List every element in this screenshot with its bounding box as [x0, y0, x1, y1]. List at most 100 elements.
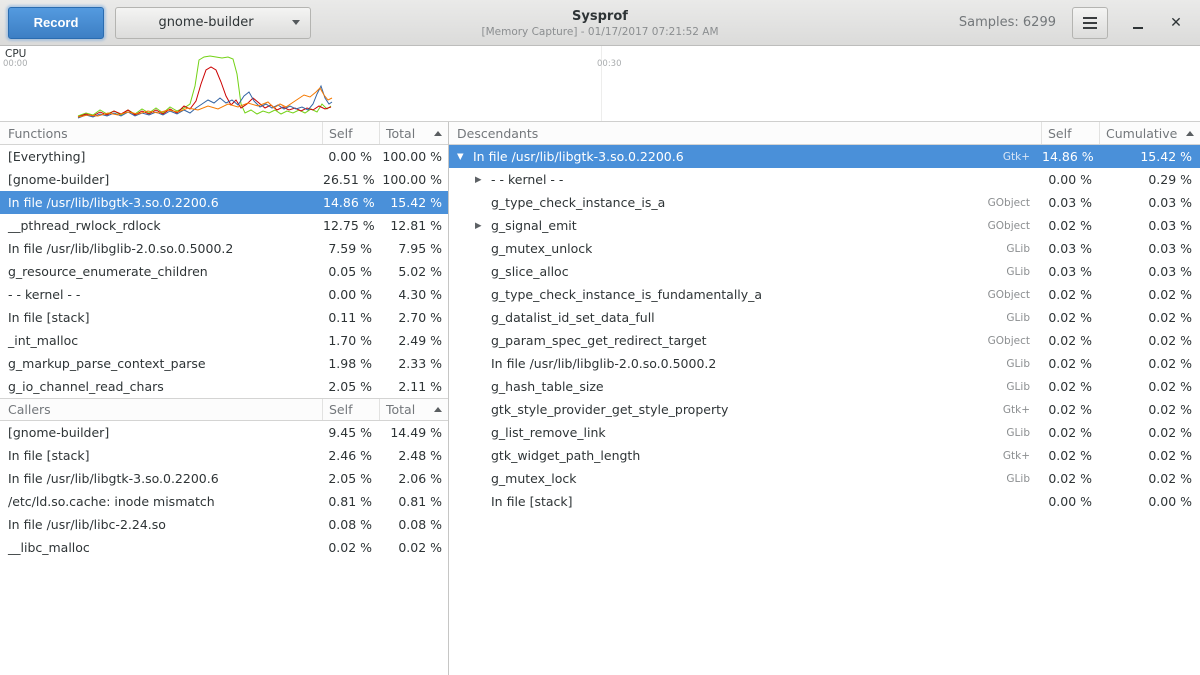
- descendant-name: g_signal_emit: [491, 218, 577, 233]
- table-row[interactable]: ▶g_signal_emitGObject0.02 %0.03 %: [449, 214, 1200, 237]
- cumulative-value: 0.02 %: [1100, 356, 1200, 371]
- self-value: 0.02 %: [1042, 218, 1100, 233]
- library-badge: GObject: [978, 197, 1034, 209]
- table-row[interactable]: In file /usr/lib/libc-2.24.so0.08 %0.08 …: [0, 513, 448, 536]
- column-label: Self: [329, 126, 353, 141]
- expander-collapsed-icon[interactable]: ▶: [475, 175, 491, 185]
- descendant-name: In file /usr/lib/libglib-2.0.so.0.5000.2: [491, 356, 716, 371]
- table-row[interactable]: [gnome-builder]9.45 %14.49 %: [0, 421, 448, 444]
- process-selector-dropdown[interactable]: gnome-builder: [115, 7, 311, 39]
- library-badge: GObject: [978, 289, 1034, 301]
- self-value: 0.00 %: [323, 287, 380, 302]
- column-header-cumulative[interactable]: Cumulative: [1100, 122, 1200, 144]
- function-name: In file [stack]: [0, 448, 323, 463]
- process-selector-value: gnome-builder: [126, 15, 286, 30]
- table-row[interactable]: g_markup_parse_context_parse1.98 %2.33 %: [0, 352, 448, 375]
- column-label: Descendants: [457, 126, 538, 141]
- table-row[interactable]: _int_malloc1.70 %2.49 %: [0, 329, 448, 352]
- descendant-name-cell: g_mutex_unlock GLib: [449, 241, 1042, 256]
- column-header-descendants[interactable]: Descendants: [449, 122, 1042, 144]
- table-row[interactable]: gtk_style_provider_get_style_propertyGtk…: [449, 398, 1200, 421]
- expander-collapsed-icon[interactable]: ▶: [475, 221, 491, 231]
- column-header-total[interactable]: Total: [380, 399, 448, 420]
- total-value: 0.08 %: [380, 517, 448, 532]
- sort-ascending-icon: [434, 131, 442, 136]
- self-value: 0.11 %: [323, 310, 380, 325]
- table-row[interactable]: g_hash_table_sizeGLib0.02 %0.02 %: [449, 375, 1200, 398]
- function-name: g_io_channel_read_chars: [0, 379, 323, 394]
- descendant-name-cell: g_hash_table_sizeGLib: [449, 379, 1042, 394]
- cumulative-value: 0.02 %: [1100, 471, 1200, 486]
- column-header-self[interactable]: Self: [1042, 122, 1100, 144]
- table-row[interactable]: __pthread_rwlock_rdlock12.75 %12.81 %: [0, 214, 448, 237]
- table-row[interactable]: In file /usr/lib/libglib-2.0.so.0.5000.2…: [449, 352, 1200, 375]
- table-row[interactable]: g_mutex_unlockGLib0.03 %0.03 %: [449, 237, 1200, 260]
- expander-expanded-icon[interactable]: ▼: [457, 152, 473, 162]
- table-row[interactable]: g_type_check_instance_is_aGObject0.03 %0…: [449, 191, 1200, 214]
- table-row[interactable]: In file /usr/lib/libgtk-3.so.0.2200.62.0…: [0, 467, 448, 490]
- table-row[interactable]: In file /usr/lib/libgtk-3.so.0.2200.614.…: [0, 191, 448, 214]
- function-name: g_markup_parse_context_parse: [0, 356, 323, 371]
- functions-table-body: [Everything]0.00 %100.00 %[gnome-builder…: [0, 145, 448, 398]
- table-row[interactable]: [gnome-builder]26.51 %100.00 %: [0, 168, 448, 191]
- cumulative-value: 0.03 %: [1100, 195, 1200, 210]
- library-badge: Gtk+: [993, 404, 1034, 416]
- table-row[interactable]: g_mutex_lockGLib0.02 %0.02 %: [449, 467, 1200, 490]
- table-row[interactable]: In file [stack]0.11 %2.70 %: [0, 306, 448, 329]
- descendant-name-cell: g_list_remove_linkGLib: [449, 425, 1042, 440]
- table-row[interactable]: g_resource_enumerate_children0.05 %5.02 …: [0, 260, 448, 283]
- table-row[interactable]: g_list_remove_linkGLib0.02 %0.02 %: [449, 421, 1200, 444]
- column-header-total[interactable]: Total: [380, 122, 448, 144]
- table-row[interactable]: In file [stack]0.00 %0.00 %: [449, 490, 1200, 513]
- self-value: 7.59 %: [323, 241, 380, 256]
- descendant-name-cell: ▼In file /usr/lib/libgtk-3.so.0.2200.6Gt…: [449, 149, 1042, 164]
- minimize-button[interactable]: [1124, 9, 1152, 37]
- library-badge: GLib: [996, 427, 1034, 439]
- total-value: 2.11 %: [380, 379, 448, 394]
- table-row[interactable]: __libc_malloc0.02 %0.02 %: [0, 536, 448, 559]
- column-label: Total: [386, 402, 415, 417]
- table-row[interactable]: - - kernel - -0.00 %4.30 %: [0, 283, 448, 306]
- column-header-functions[interactable]: Functions: [0, 122, 323, 144]
- descendants-panel: Descendants Self Cumulative ▼In file /us…: [449, 122, 1200, 675]
- descendants-table-body: ▼In file /usr/lib/libgtk-3.so.0.2200.6Gt…: [449, 145, 1200, 513]
- library-badge: GLib: [996, 243, 1034, 255]
- table-row[interactable]: In file /usr/lib/libglib-2.0.so.0.5000.2…: [0, 237, 448, 260]
- table-row[interactable]: g_param_spec_get_redirect_targetGObject0…: [449, 329, 1200, 352]
- table-row[interactable]: /etc/ld.so.cache: inode mismatch0.81 %0.…: [0, 490, 448, 513]
- column-header-callers[interactable]: Callers: [0, 399, 323, 420]
- self-value: 0.02 %: [1042, 356, 1100, 371]
- table-row[interactable]: g_type_check_instance_is_fundamentally_a…: [449, 283, 1200, 306]
- menu-button[interactable]: [1072, 7, 1108, 39]
- table-row[interactable]: ▼In file /usr/lib/libgtk-3.so.0.2200.6Gt…: [449, 145, 1200, 168]
- table-row[interactable]: g_io_channel_read_chars2.05 %2.11 %: [0, 375, 448, 398]
- total-value: 2.70 %: [380, 310, 448, 325]
- library-badge: GLib: [996, 266, 1034, 278]
- cumulative-value: 0.02 %: [1100, 425, 1200, 440]
- table-row[interactable]: gtk_widget_path_lengthGtk+0.02 %0.02 %: [449, 444, 1200, 467]
- table-row[interactable]: g_datalist_id_set_data_fullGLib0.02 %0.0…: [449, 306, 1200, 329]
- self-value: 0.02 %: [1042, 471, 1100, 486]
- table-row[interactable]: [Everything]0.00 %100.00 %: [0, 145, 448, 168]
- record-button[interactable]: Record: [8, 7, 104, 39]
- callers-table-body: [gnome-builder]9.45 %14.49 %In file [sta…: [0, 421, 448, 559]
- callers-table-header: Callers Self Total: [0, 398, 448, 421]
- table-row[interactable]: ▶- - kernel - -0.00 %0.29 %: [449, 168, 1200, 191]
- descendant-name: g_type_check_instance_is_fundamentally_a: [491, 287, 762, 302]
- library-badge: GObject: [978, 220, 1034, 232]
- column-header-self[interactable]: Self: [323, 399, 380, 420]
- descendant-name: - - kernel - -: [491, 172, 563, 187]
- self-value: 0.02 %: [323, 540, 380, 555]
- close-button[interactable]: ✕: [1162, 9, 1190, 37]
- table-row[interactable]: In file [stack]2.46 %2.48 %: [0, 444, 448, 467]
- cumulative-value: 0.00 %: [1100, 494, 1200, 509]
- self-value: 9.45 %: [323, 425, 380, 440]
- descendant-name: g_mutex_unlock: [491, 241, 592, 256]
- self-value: 0.02 %: [1042, 333, 1100, 348]
- table-row[interactable]: g_slice_allocGLib0.03 %0.03 %: [449, 260, 1200, 283]
- cpu-timeline-graph[interactable]: CPU 00:00 00:30: [0, 46, 1200, 122]
- column-header-self[interactable]: Self: [323, 122, 380, 144]
- self-value: 14.86 %: [1042, 149, 1100, 164]
- column-label: Callers: [8, 402, 51, 417]
- function-name: In file /usr/lib/libgtk-3.so.0.2200.6: [0, 471, 323, 486]
